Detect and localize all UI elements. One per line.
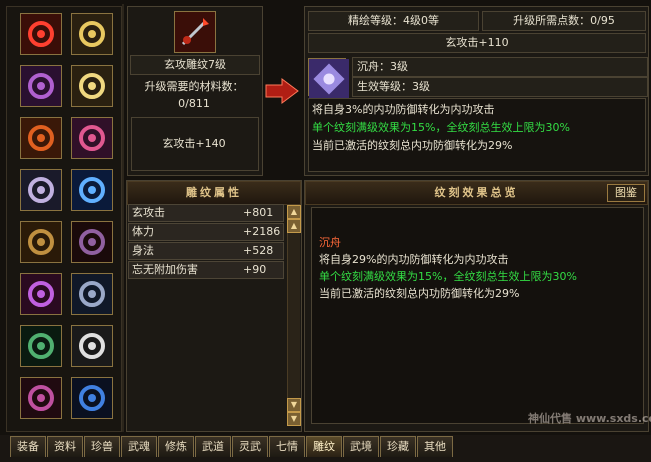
attributes-title: 雕纹属性 [127, 181, 301, 205]
tab-9[interactable]: 武境 [343, 436, 379, 457]
character-panel: 玄攻雕纹7级 升级需要的材料数： 0/811 玄攻击+140 精绘等级：4级0等… [0, 0, 651, 435]
tab-6[interactable]: 灵武 [232, 436, 268, 457]
tab-3[interactable]: 武魂 [121, 436, 157, 457]
attribute-row: 玄攻击 +801 [128, 204, 284, 222]
skill-rune-icon[interactable] [308, 58, 349, 99]
tab-7[interactable]: 七情 [269, 436, 305, 457]
attribute-label: 忘无附加伤害 [132, 263, 198, 276]
overview-title: 纹刻效果总览 [305, 181, 648, 205]
blue-sword-icon[interactable] [71, 169, 113, 211]
gauntlet-icon[interactable] [71, 221, 113, 263]
jade-pendant-icon[interactable] [20, 325, 62, 367]
scroll-bracer-icon[interactable] [20, 117, 62, 159]
carving-name: 玄攻雕纹7级 [130, 55, 260, 75]
purple-helmet-icon[interactable] [20, 65, 62, 107]
points-needed: 升级所需点数：0/95 [482, 11, 646, 31]
scroll-up-button[interactable]: ▲ [287, 219, 301, 233]
scroll-top-button[interactable]: ▲ [287, 205, 301, 219]
upgrade-desc-3: 当前已激活的纹刻总内功防御转化为29% [312, 139, 513, 152]
attribute-value: +90 [243, 263, 267, 276]
white-charm-icon[interactable] [71, 325, 113, 367]
tab-10[interactable]: 珍藏 [380, 436, 416, 457]
scroll-down-button[interactable]: ▼ [287, 398, 301, 412]
attribute-label: 体力 [132, 225, 154, 238]
overview-line-3: 当前已激活的纹刻总内功防御转化为29% [319, 287, 520, 300]
attribute-row: 体力 +2186 [128, 223, 284, 241]
belt-icon[interactable] [20, 221, 62, 263]
fine-level: 精绘等级：4级0等 [308, 11, 479, 31]
attribute-value: +528 [243, 244, 274, 257]
boots-icon[interactable] [71, 273, 113, 315]
attributes-scrollbar[interactable] [287, 206, 300, 426]
tab-11[interactable]: 其他 [417, 436, 453, 457]
material-label: 升级需要的材料数： [144, 80, 244, 93]
effect-level: 生效等级：3级 [352, 77, 648, 97]
skill-name: 沉舟：3级 [352, 57, 648, 77]
overview-line-2: 单个纹刻满级效果为15%，全纹刻总生效上限为30% [319, 270, 577, 283]
attribute-value: +801 [243, 206, 274, 219]
tab-5[interactable]: 武道 [195, 436, 231, 457]
carving-attack-bonus: 玄攻击+140 [162, 137, 226, 150]
tab-2[interactable]: 珍兽 [84, 436, 120, 457]
tab-8[interactable]: 雕纹 [306, 436, 342, 457]
divider [122, 4, 124, 432]
gold-ring-2-icon[interactable] [71, 65, 113, 107]
material-value: 0/811 [178, 97, 210, 110]
attribute-row: 身法 +528 [128, 242, 284, 260]
watermark: 神仙代售 www.sxds.com [528, 412, 651, 425]
scroll-bottom-button[interactable]: ▼ [287, 412, 301, 426]
overview-content [311, 207, 644, 424]
upgrade-arrow-icon [265, 78, 299, 104]
attribute-value: +2186 [243, 225, 281, 238]
purple-necklace-icon[interactable] [20, 377, 62, 419]
purple-crossbow-icon[interactable] [20, 273, 62, 315]
tab-1[interactable]: 资料 [47, 436, 83, 457]
tab-0[interactable]: 装备 [10, 436, 46, 457]
attribute-row: 忘无附加伤害 +90 [128, 261, 284, 279]
tab-4[interactable]: 修炼 [158, 436, 194, 457]
silver-wing-icon[interactable] [20, 169, 62, 211]
pink-bracer-icon[interactable] [71, 117, 113, 159]
upgrade-desc-2: 单个纹刻满级效果为15%，全纹刻总生效上限为30% [312, 121, 570, 134]
upgrade-desc-1: 将自身3%的内功防御转化为内功攻击 [312, 103, 495, 116]
upgrade-attack-bonus: 玄攻击+110 [308, 33, 646, 53]
attribute-label: 身法 [132, 244, 154, 257]
overview-entry-name: 沉舟 [319, 236, 341, 249]
carving-item-icon[interactable] [174, 11, 216, 53]
gold-ring-icon[interactable] [71, 13, 113, 55]
codex-button[interactable]: 图鉴 [607, 184, 645, 202]
blue-shuriken-icon[interactable] [71, 377, 113, 419]
attribute-label: 玄攻击 [132, 206, 165, 219]
overview-line-1: 将自身29%的内功防御转化为内功攻击 [319, 253, 509, 266]
amulet-red-gem-icon[interactable] [20, 13, 62, 55]
